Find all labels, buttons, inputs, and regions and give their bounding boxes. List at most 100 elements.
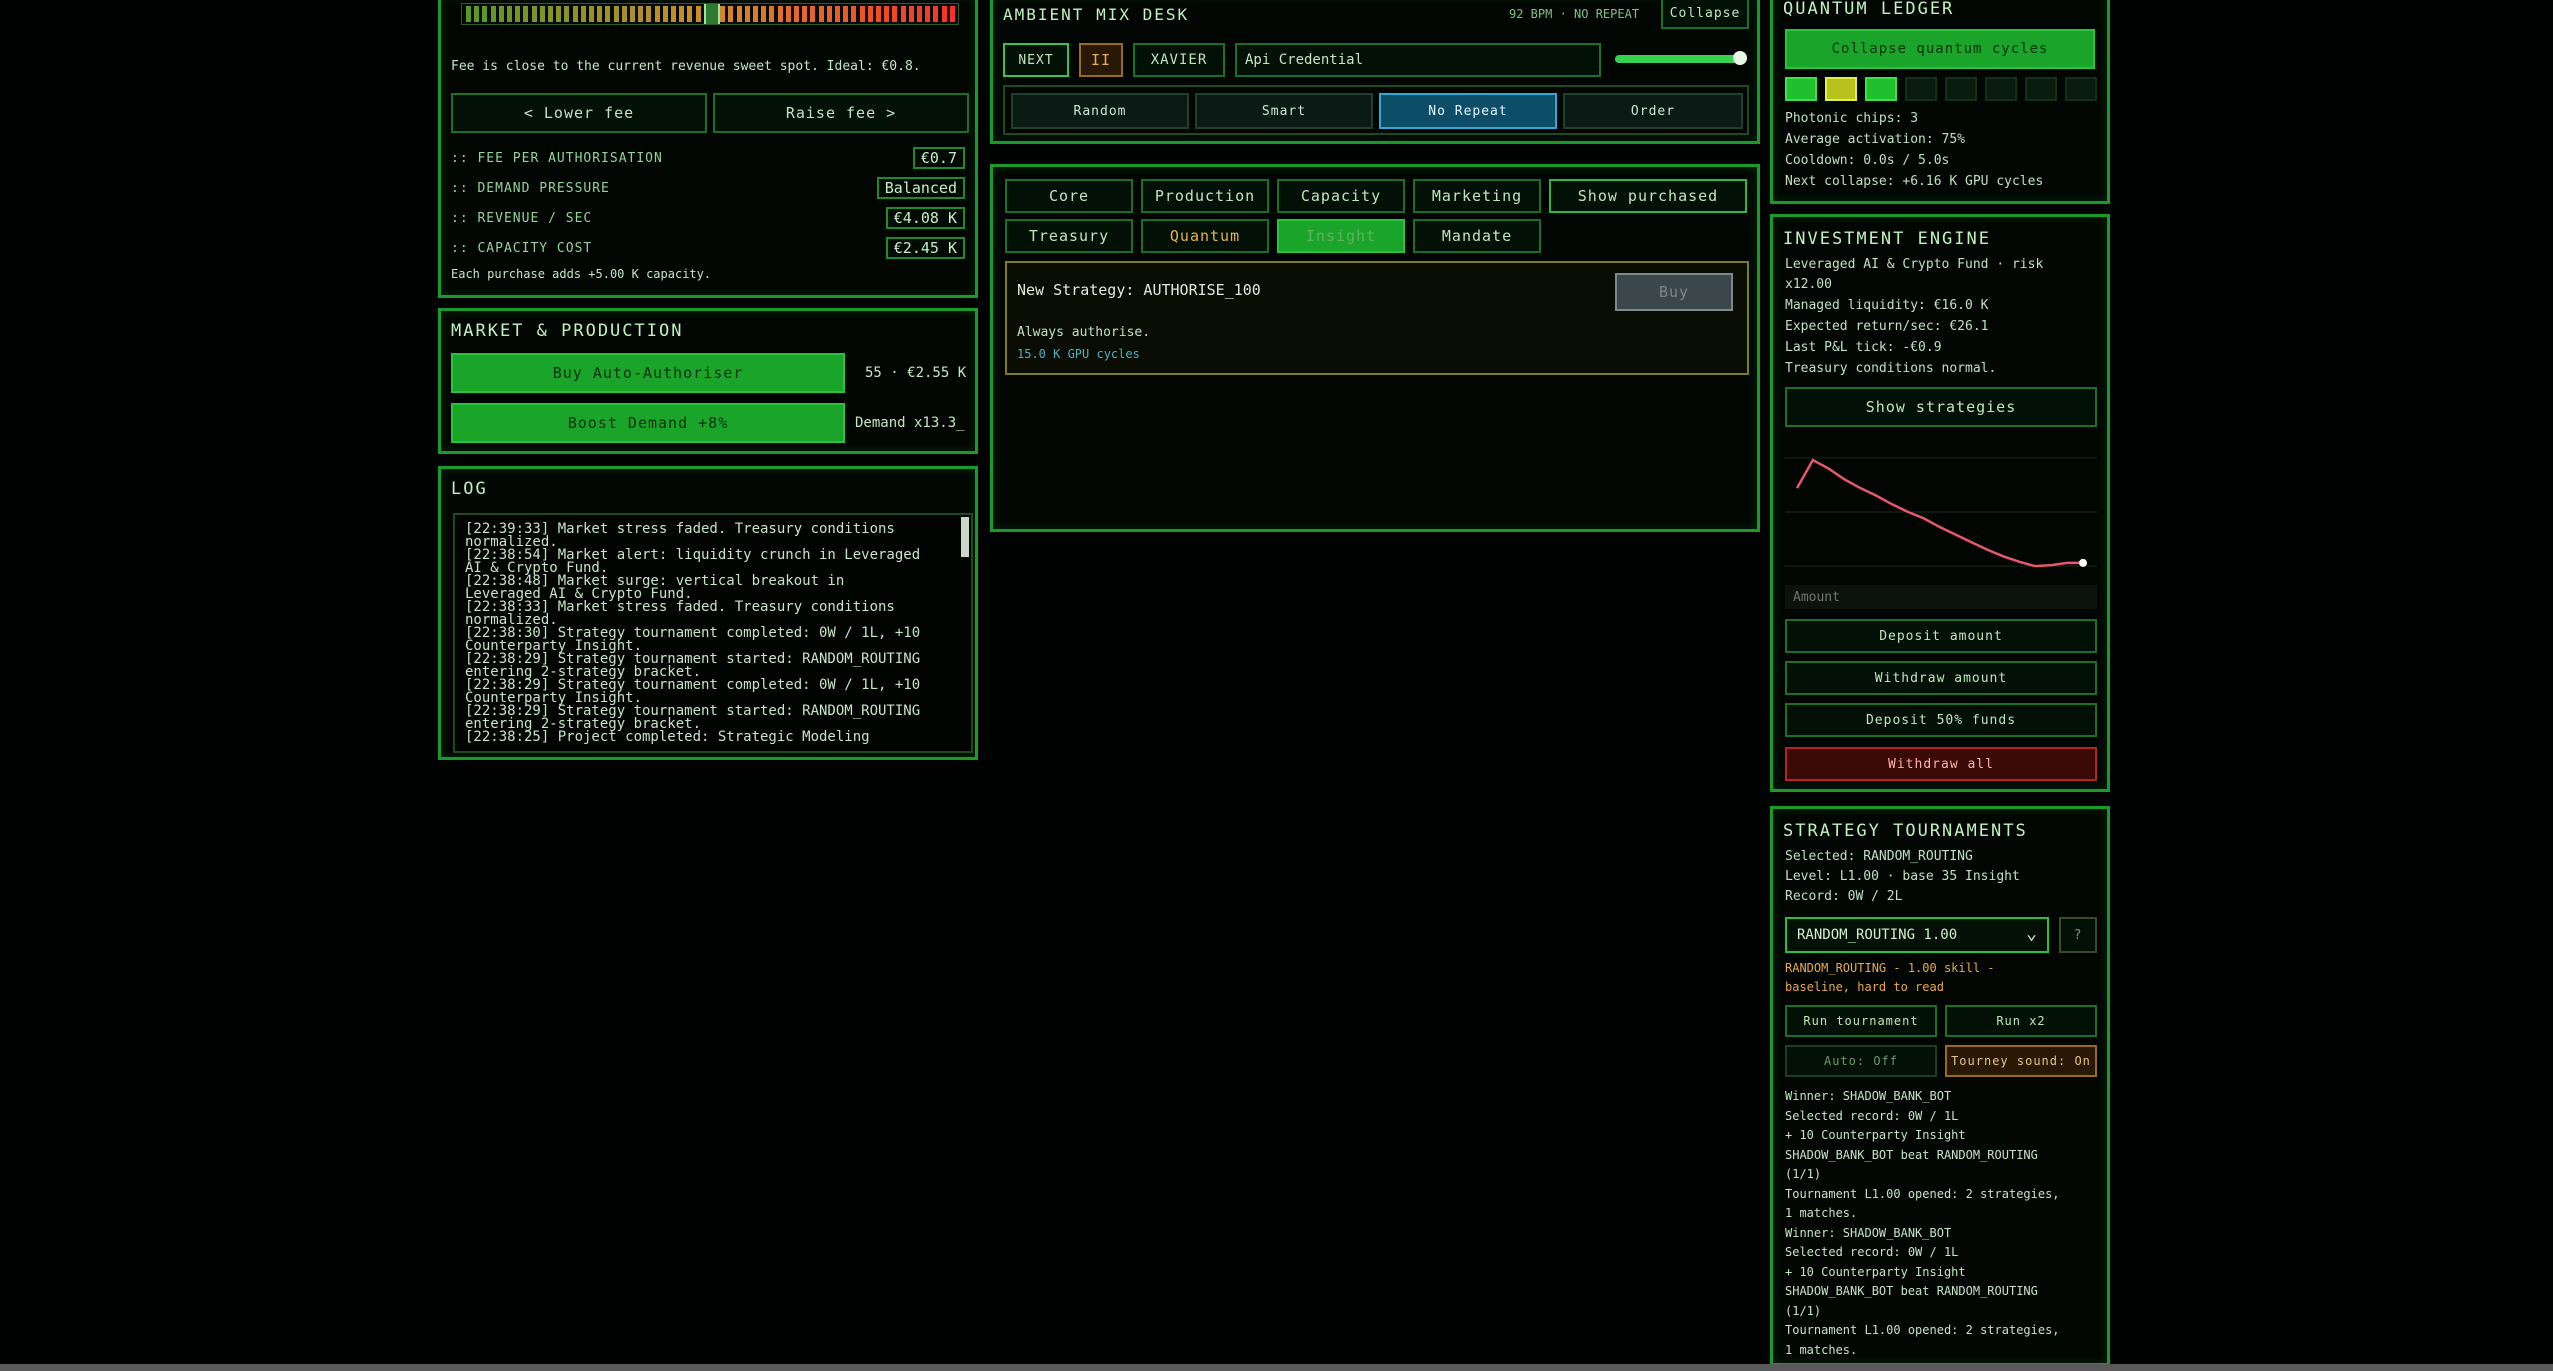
buy-auto-authoriser-button[interactable]: Buy Auto-Authoriser — [451, 353, 845, 393]
run-x2-button[interactable]: Run x2 — [1945, 1005, 2097, 1037]
fee-slider-gauge[interactable] — [461, 3, 959, 25]
boost-demand-button[interactable]: Boost Demand +8% — [451, 403, 845, 443]
gauge-tick — [662, 6, 668, 22]
next-track-button[interactable]: NEXT — [1003, 43, 1069, 77]
demand-pressure-value: Balanced — [876, 177, 965, 199]
investment-line-2: x12.00 — [1785, 277, 1832, 292]
capacity-cost-value: €2.45 K — [885, 237, 965, 259]
log-title: LOG — [451, 479, 488, 499]
chip-inactive — [1905, 77, 1937, 101]
gauge-tick — [580, 6, 586, 22]
log-lines: [22:39:33] Market stress faded. Treasury… — [465, 522, 955, 744]
investment-line-4: Expected return/sec: €26.1 — [1785, 319, 1989, 334]
show-purchased-button[interactable]: Show purchased — [1549, 179, 1747, 213]
chip-inactive — [2025, 77, 2057, 101]
gauge-tick — [515, 6, 521, 22]
gauge-tick — [777, 6, 783, 22]
volume-slider[interactable] — [1615, 51, 1748, 65]
tournaments-title: STRATEGY TOURNAMENTS — [1783, 821, 2028, 841]
gauge-tick — [507, 6, 512, 22]
gauge-tick — [876, 6, 881, 22]
fee-hint: Fee is close to the current revenue swee… — [451, 59, 921, 74]
investment-chart — [1785, 457, 2097, 568]
raise-fee-button[interactable]: Raise fee > — [713, 93, 969, 133]
tourney-sound-toggle[interactable]: Tourney sound: On — [1945, 1045, 2097, 1077]
collapse-quantum-button[interactable]: Collapse quantum cycles — [1785, 29, 2095, 69]
strategy-select[interactable]: RANDOM_ROUTING 1.00 ⌄ — [1785, 917, 2049, 953]
track-name[interactable]: XAVIER — [1133, 43, 1225, 77]
boost-info: Demand x13.3_ — [855, 415, 965, 431]
strategy-desc-2: baseline, hard to read — [1785, 980, 1944, 994]
revenue-per-sec-value: €4.08 K — [885, 207, 965, 229]
gauge-tick — [908, 6, 914, 22]
tournament-result-line: (1/1) — [1785, 1167, 1822, 1181]
chart-series-line — [1795, 458, 2083, 568]
gauge-tick — [900, 6, 906, 22]
tournament-result-line: (1/1) — [1785, 1303, 1822, 1318]
run-tournament-button[interactable]: Run tournament — [1785, 1005, 1937, 1037]
track-input[interactable]: Api Credential — [1235, 43, 1601, 77]
chevron-down-icon: ⌄ — [2026, 923, 2037, 944]
mix-collapse-button[interactable]: Collapse — [1661, 0, 1749, 29]
gauge-tick — [556, 6, 562, 22]
gauge-tick — [843, 6, 849, 22]
chip-active — [1865, 77, 1897, 101]
gauge-tick — [859, 6, 865, 22]
mode-no-repeat[interactable]: No Repeat — [1379, 93, 1557, 129]
gauge-tick — [597, 6, 603, 22]
gauge-tick — [941, 6, 947, 22]
gauge-tick — [613, 6, 619, 22]
volume-thumb[interactable] — [1733, 51, 1748, 65]
track-input-value: Api Credential — [1245, 52, 1364, 68]
gauge-tick — [884, 6, 890, 22]
tournaments-panel: STRATEGY TOURNAMENTS Selected: RANDOM_RO… — [1770, 806, 2110, 1366]
gauge-tick — [589, 6, 594, 22]
gauge-tick — [539, 6, 545, 22]
tab-marketing[interactable]: Marketing — [1413, 179, 1541, 213]
tournament-result-line: Winner: SHADOW_BANK_BOT — [1785, 1089, 1952, 1103]
gauge-tick — [498, 6, 504, 22]
amount-input[interactable] — [1785, 585, 2097, 609]
pause-button[interactable]: II — [1079, 43, 1123, 77]
mode-order[interactable]: Order — [1563, 93, 1743, 129]
amount-input-field[interactable] — [1785, 585, 2097, 609]
strategy-card: New Strategy: AUTHORISE_100 Buy Always a… — [1005, 261, 1749, 375]
strategy-card-title: New Strategy: AUTHORISE_100 — [1017, 281, 1261, 299]
tournament-results: Winner: SHADOW_BANK_BOT Selected record: … — [1785, 1087, 2105, 1360]
tab-mandate[interactable]: Mandate — [1413, 219, 1541, 253]
tab-insight[interactable]: Insight — [1277, 219, 1405, 253]
mode-smart[interactable]: Smart — [1195, 93, 1373, 129]
log-scroll-area[interactable]: [22:39:33] Market stress faded. Treasury… — [453, 513, 973, 753]
tab-production[interactable]: Production — [1141, 179, 1269, 213]
withdraw-all-button[interactable]: Withdraw all — [1785, 747, 2097, 781]
strategy-buy-button[interactable]: Buy — [1615, 273, 1733, 311]
deposit-amount-button[interactable]: Deposit amount — [1785, 619, 2097, 653]
tournament-result-line: Tournament L1.00 opened: 2 strategies, — [1785, 1186, 2060, 1201]
investment-panel: INVESTMENT ENGINE Leveraged AI & Crypto … — [1770, 214, 2110, 792]
lower-fee-button[interactable]: < Lower fee — [451, 93, 707, 133]
mode-random[interactable]: Random — [1011, 93, 1189, 129]
gauge-tick — [949, 6, 955, 22]
auto-toggle[interactable]: Auto: Off — [1785, 1045, 1937, 1077]
log-scrollbar[interactable] — [961, 517, 969, 557]
gauge-tick — [728, 6, 734, 22]
log-panel: LOG [22:39:33] Market stress faded. Trea… — [438, 466, 978, 760]
quantum-title: QUANTUM LEDGER — [1783, 0, 1955, 19]
gauge-tick — [761, 6, 767, 22]
strategy-card-cost: 15.0 K GPU cycles — [1017, 347, 1140, 361]
gauge-tick — [654, 6, 660, 22]
fee-gauge-thumb[interactable] — [704, 4, 720, 24]
withdraw-amount-button[interactable]: Withdraw amount — [1785, 661, 2097, 695]
gauge-tick — [736, 6, 742, 22]
tournament-result-line: 1 matches. — [1785, 1206, 1858, 1220]
tab-quantum[interactable]: Quantum — [1141, 219, 1269, 253]
show-strategies-button[interactable]: Show strategies — [1785, 387, 2097, 427]
tab-capacity[interactable]: Capacity — [1277, 179, 1405, 213]
strategy-help-button[interactable]: ? — [2059, 917, 2097, 953]
tab-treasury[interactable]: Treasury — [1005, 219, 1133, 253]
tab-core[interactable]: Core — [1005, 179, 1133, 213]
fee-panel: Fee is close to the current revenue swee… — [438, 0, 978, 298]
horizontal-scrollbar[interactable] — [0, 1364, 2553, 1371]
projects-panel: Core Production Capacity Marketing Show … — [990, 164, 1760, 532]
deposit-50-button[interactable]: Deposit 50% funds — [1785, 703, 2097, 737]
